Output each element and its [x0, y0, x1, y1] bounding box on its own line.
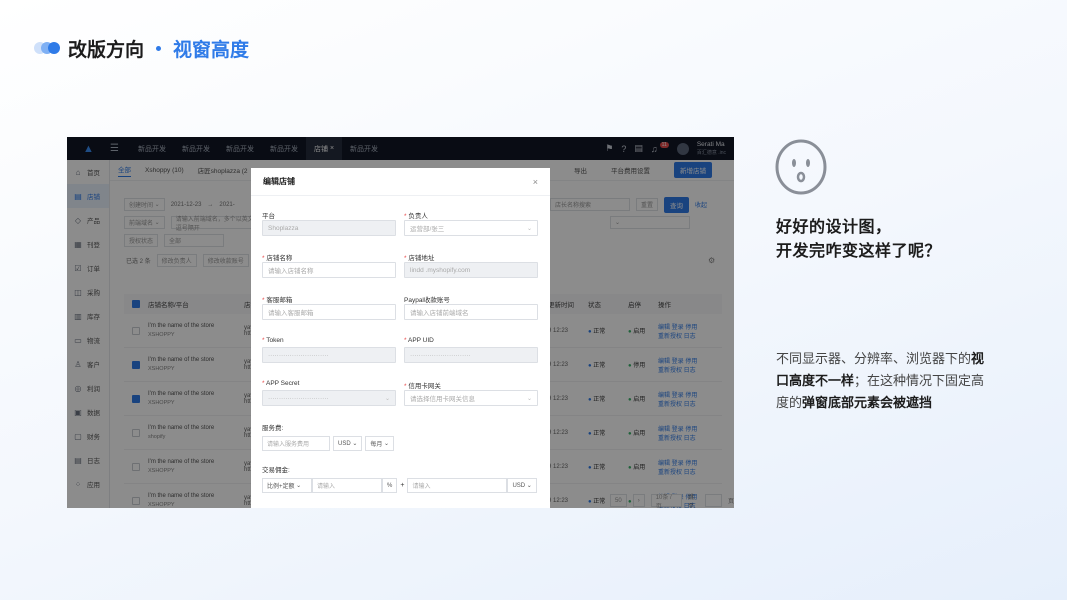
- modal-title: 编辑店铺: [263, 177, 295, 186]
- chevron-down-icon: ⌄: [526, 395, 532, 402]
- paypal-field: Paypal收款账号 请输入店铺前端域名: [404, 294, 538, 320]
- gateway-label: * 信用卡网关: [404, 383, 441, 390]
- token-label-text: Token: [266, 337, 284, 344]
- owner-label: * 负责人: [404, 213, 428, 220]
- modal-close-icon[interactable]: ×: [533, 177, 538, 187]
- app-uid-input: ····························: [404, 347, 538, 363]
- chevron-down-icon: ⌄: [384, 395, 390, 402]
- token-field: * Token ····························: [262, 337, 396, 363]
- commission-row: 比例+定额 ⌄ 请输入 % + 请输入 USD ⌄: [262, 478, 537, 493]
- slide-subtitle: 视窗高度: [173, 39, 250, 61]
- store-url-label-text: 店铺地址: [408, 255, 435, 262]
- desc-part-d: 弹窗底部元素会被遮挡: [802, 395, 933, 410]
- brand-dots-icon: [34, 40, 62, 56]
- commission-currency-select[interactable]: USD ⌄: [507, 478, 537, 493]
- platform-input: Shoplazza: [262, 220, 396, 236]
- gateway-placeholder: 请选择信用卡网关信息: [410, 396, 475, 403]
- gateway-select[interactable]: 请选择信用卡网关信息 ⌄: [404, 390, 538, 406]
- commission-amount-input[interactable]: 请输入: [407, 478, 508, 493]
- paypal-input[interactable]: 请输入店铺前端域名: [404, 304, 538, 320]
- commission-currency: USD: [512, 482, 526, 489]
- store-url-label: * 店铺地址: [404, 255, 435, 262]
- store-name-label: * 店铺名称: [262, 255, 293, 262]
- app-uid-label: * APP UID: [404, 337, 434, 344]
- app-screenshot: ▲ ☰ 新品开发 新品开发 新品开发 新品开发 店铺 × 新品开发 ⚑ ? ▤ …: [67, 137, 734, 508]
- store-name-label-text: 店铺名称: [266, 255, 293, 262]
- commission-type: 比例+定额: [267, 484, 295, 490]
- slide-title: 改版方向: [68, 39, 145, 61]
- store-url-input: lindd .myshopify.com: [404, 262, 538, 278]
- question-line-2: 开发完咋变这样了呢？: [776, 243, 942, 260]
- email-field: * 客服邮箱 请输入客服邮箱: [262, 294, 396, 320]
- service-fee-row: 请输入服务费用 USD ⌄ 每月 ⌄: [262, 436, 395, 451]
- token-label: * Token: [262, 337, 284, 344]
- app-uid-label-text: APP UID: [407, 337, 434, 344]
- service-fee-period-select[interactable]: 每月 ⌄: [365, 436, 395, 451]
- service-fee-currency-select[interactable]: USD ⌄: [333, 436, 363, 451]
- modal-header: 编辑店铺 ×: [251, 168, 550, 196]
- desc-part-a: 不同显示器、分辨率、浏览器下的: [776, 351, 972, 366]
- token-input: ····························: [262, 347, 396, 363]
- owner-select[interactable]: 运营部/张三 ⌄: [404, 220, 538, 236]
- chevron-down-icon: ⌄: [526, 225, 532, 232]
- store-url-field: * 店铺地址 lindd .myshopify.com: [404, 252, 538, 278]
- paypal-label: Paypal收款账号: [404, 297, 450, 304]
- app-uid-field: * APP UID ····························: [404, 337, 538, 363]
- service-fee-currency: USD: [338, 440, 351, 447]
- store-name-field: * 店铺名称 请输入店铺名称: [262, 252, 396, 278]
- gateway-label-text: 信用卡网关: [408, 383, 441, 390]
- service-fee-input[interactable]: 请输入服务费用: [262, 436, 330, 451]
- description-text: 不同显示器、分辨率、浏览器下的视口高度不一样；在这种情况下固定高度的弹窗底部元素…: [776, 348, 991, 414]
- platform-field: 平台 Shoplazza: [262, 210, 396, 236]
- email-input[interactable]: 请输入客服邮箱: [262, 304, 396, 320]
- email-label-text: 客服邮箱: [266, 297, 293, 304]
- owner-placeholder: 运营部/张三: [410, 226, 445, 233]
- title-separator-dot: [156, 45, 162, 51]
- commission-rate-input[interactable]: 请输入: [312, 478, 382, 493]
- question-line-1: 好好的设计图，: [776, 219, 892, 236]
- slide-header: 改版方向 视窗高度: [34, 36, 250, 61]
- percent-suffix: %: [382, 478, 398, 493]
- edit-store-modal: 编辑店铺 × 平台 Shoplazza * 负责人 运营部/张三 ⌄ * 店铺名称…: [251, 168, 550, 508]
- question-text: 好好的设计图， 开发完咋变这样了呢？: [776, 216, 941, 264]
- email-label: * 客服邮箱: [262, 297, 293, 304]
- owner-label-text: 负责人: [408, 213, 428, 220]
- surprised-face-icon: [775, 139, 827, 195]
- app-secret-field: * APP Secret ···························…: [262, 380, 396, 406]
- app-secret-label: * APP Secret: [262, 380, 300, 387]
- gateway-field: * 信用卡网关 请选择信用卡网关信息 ⌄: [404, 380, 538, 406]
- plus-sign: +: [400, 482, 405, 489]
- app-secret-value: ····························: [268, 394, 329, 402]
- commission-type-select[interactable]: 比例+定额 ⌄: [262, 478, 312, 493]
- service-fee-period: 每月: [370, 442, 383, 448]
- owner-field: * 负责人 运营部/张三 ⌄: [404, 210, 538, 236]
- platform-label: 平台: [262, 213, 275, 220]
- app-secret-label-text: APP Secret: [265, 380, 300, 387]
- store-name-input[interactable]: 请输入店铺名称: [262, 262, 396, 278]
- app-secret-select: ···························· ⌄: [262, 390, 396, 406]
- commission-label: 交易佣金:: [262, 467, 290, 474]
- service-fee-label: 服务费:: [262, 425, 284, 432]
